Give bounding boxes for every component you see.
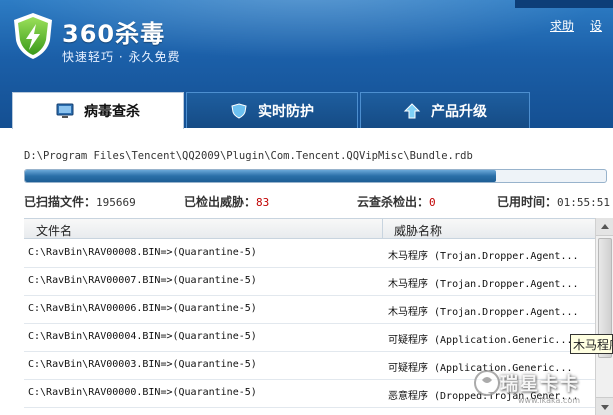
app-title: 360杀毒 (62, 20, 166, 48)
column-divider[interactable] (382, 219, 383, 239)
stat-threats-found: 已检出威胁：83 (184, 193, 269, 210)
stat-value: 01:55:51 (557, 196, 610, 209)
stat-elapsed-time: 已用时间：01:55:51 (497, 193, 610, 210)
scan-stats: 已扫描文件：195669 已检出威胁：83 云查杀检出：0 已用时间：01:55… (24, 193, 613, 209)
stat-value: 195669 (96, 196, 136, 209)
watermark-url: www.ikaka.com (518, 396, 581, 405)
stat-label: 云查杀检出： (357, 195, 430, 209)
table-row[interactable]: C:\RavBin\RAV00007.BIN=>(Quarantine-5) 木… (24, 268, 613, 296)
tab-label: 产品升级 (431, 103, 487, 120)
row-file-path: C:\RavBin\RAV00007.BIN=>(Quarantine-5) (28, 275, 257, 286)
stat-scanned-files: 已扫描文件：195669 (24, 193, 136, 210)
row-threat-name: 木马程序 (Trojan.Dropper.Agent... (388, 279, 579, 290)
scan-progress-fill (25, 170, 496, 182)
tab-realtime-protection[interactable]: 实时防护 (186, 92, 358, 128)
scroll-up-arrow-icon[interactable] (596, 218, 613, 236)
watermark: 瑞星卡卡 www.ikaka.com (470, 366, 613, 415)
watermark-logo-icon (474, 370, 500, 396)
table-row[interactable]: C:\RavBin\RAV00006.BIN=>(Quarantine-5) 木… (24, 296, 613, 324)
stat-label: 已扫描文件： (24, 195, 97, 209)
row-file-path: C:\RavBin\RAV00008.BIN=>(Quarantine-5) (28, 247, 257, 258)
stat-value: 83 (256, 196, 270, 209)
upgrade-arrow-icon (403, 102, 421, 118)
settings-link[interactable]: 设 (590, 17, 602, 34)
tab-product-upgrade[interactable]: 产品升级 (360, 92, 530, 128)
watermark-text: 瑞星卡卡 (500, 374, 580, 395)
stat-cloud-detections: 云查杀检出：0 (357, 193, 436, 210)
stat-value: 0 (429, 196, 436, 209)
row-file-path: C:\RavBin\RAV00003.BIN=>(Quarantine-5) (28, 359, 257, 370)
table-header: 文件名 威胁名称 (24, 219, 613, 239)
row-threat-name: 可疑程序 (Application.Generic... (388, 335, 573, 346)
tab-label: 病毒查杀 (84, 104, 140, 120)
threat-tooltip: 木马程序 (570, 334, 613, 354)
scan-progress-bar (24, 169, 607, 183)
stat-label: 已用时间： (497, 195, 558, 209)
tab-label: 实时防护 (258, 103, 314, 120)
current-scan-path: D:\Program Files\Tencent\QQ2009\Plugin\C… (24, 150, 473, 162)
column-header-filename[interactable]: 文件名 (36, 222, 72, 239)
table-row[interactable]: C:\RavBin\RAV00004.BIN=>(Quarantine-5) 可… (24, 324, 613, 352)
app-slogan: 快速轻巧 · 永久免费 (62, 50, 181, 64)
shield-logo-icon (14, 13, 52, 59)
help-link[interactable]: 求助 (550, 17, 574, 34)
title-bar-strip (515, 0, 613, 8)
row-file-path: C:\RavBin\RAV00006.BIN=>(Quarantine-5) (28, 303, 257, 314)
monitor-icon (56, 103, 74, 118)
shield-icon (231, 102, 247, 119)
row-file-path: C:\RavBin\RAV00000.BIN=>(Quarantine-5) (28, 387, 257, 398)
row-file-path: C:\RavBin\RAV00004.BIN=>(Quarantine-5) (28, 331, 257, 342)
row-threat-name: 木马程序 (Trojan.Dropper.Agent... (388, 307, 579, 318)
row-threat-name: 木马程序 (Trojan.Dropper.Agent... (388, 251, 579, 262)
stat-label: 已检出威胁： (184, 195, 257, 209)
column-header-threat[interactable]: 威胁名称 (394, 222, 442, 239)
table-row[interactable]: C:\RavBin\RAV00008.BIN=>(Quarantine-5) 木… (24, 240, 613, 268)
tab-virus-scan[interactable]: 病毒查杀 (12, 92, 184, 129)
